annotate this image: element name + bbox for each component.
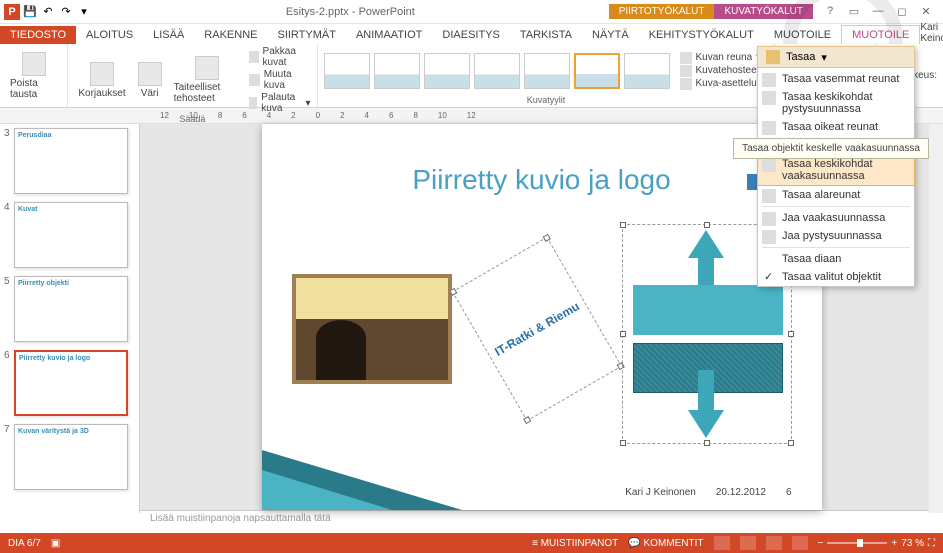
align-right-item[interactable]: Tasaa oikeat reunat bbox=[758, 118, 914, 136]
tab-insert[interactable]: LISÄÄ bbox=[143, 26, 194, 44]
color-button[interactable]: Väri bbox=[134, 60, 166, 101]
align-icon bbox=[766, 50, 780, 64]
arrow-up-shape[interactable] bbox=[688, 230, 724, 258]
style-thumb[interactable] bbox=[324, 53, 370, 89]
picture-styles-gallery[interactable] bbox=[324, 53, 670, 89]
slide-thumbnails-panel[interactable]: 3Perusdiaa 4Kuvat 5Piirretty objekti 6Pi… bbox=[0, 124, 140, 513]
slide-canvas[interactable]: Piirretty kuvio ja logo IT-Ratki IT-Ratk… bbox=[262, 124, 822, 510]
style-thumb[interactable] bbox=[474, 53, 520, 89]
slide-thumb-6[interactable]: 6Piirretty kuvio ja logo bbox=[4, 350, 135, 416]
tab-design[interactable]: RAKENNE bbox=[194, 26, 267, 44]
tab-slideshow[interactable]: DIAESITYS bbox=[432, 26, 509, 44]
distribute-h-icon bbox=[762, 212, 776, 226]
redo-icon[interactable]: ↷ bbox=[58, 4, 74, 20]
notes-pane[interactable]: Lisää muistiinpanoja napsauttamalla tätä bbox=[140, 510, 943, 526]
qat-icon[interactable]: ▾ bbox=[76, 4, 92, 20]
layout-icon bbox=[680, 78, 692, 90]
style-thumb[interactable] bbox=[374, 53, 420, 89]
align-bottom-item[interactable]: Tasaa alareunat bbox=[758, 186, 914, 204]
reset-picture-button[interactable]: Palauta kuva ▾ bbox=[249, 92, 311, 114]
align-to-slide-item[interactable]: Tasaa diaan bbox=[758, 250, 914, 268]
tab-view[interactable]: NÄYTÄ bbox=[582, 26, 639, 44]
rect-shape-light[interactable] bbox=[633, 285, 783, 335]
slide-title[interactable]: Piirretty kuvio ja logo bbox=[292, 164, 792, 196]
picture-border-button[interactable]: Kuvan reuna ▾ bbox=[680, 52, 769, 64]
sorter-view-icon[interactable] bbox=[740, 536, 756, 550]
arrow-down-shape[interactable] bbox=[688, 410, 724, 438]
group-label-adjust: Säädä bbox=[74, 114, 310, 124]
style-thumb[interactable] bbox=[424, 53, 470, 89]
contextual-tab-drawing[interactable]: PIIRTOTYÖKALUT bbox=[609, 4, 715, 19]
tab-animations[interactable]: ANIMAATIOT bbox=[346, 26, 432, 44]
change-picture-icon bbox=[249, 74, 260, 86]
vertical-scrollbar[interactable] bbox=[929, 124, 943, 513]
slide-footer: Kari J Keinonen 20.12.2012 6 bbox=[262, 487, 822, 498]
picture-effects-button[interactable]: Kuvatehosteet ▾ bbox=[680, 65, 769, 77]
align-dropdown-header[interactable]: Tasaa ▾ bbox=[757, 46, 915, 68]
rotated-text: IT-Ratki & Riemu bbox=[492, 299, 582, 359]
footer-page: 6 bbox=[786, 487, 792, 498]
undo-icon[interactable]: ↶ bbox=[40, 4, 56, 20]
zoom-slider[interactable]: −+ 73 % ⛶ bbox=[818, 538, 935, 549]
align-selected-item[interactable]: Tasaa valitut objektit bbox=[758, 268, 914, 286]
status-bar: DIA 6/7 ▣ ≡ MUISTIINPANOT 💬 KOMMENTIT −+… bbox=[0, 533, 943, 553]
align-dropdown: Tasaa ▾ Tasaa vasemmat reunat Tasaa kesk… bbox=[757, 46, 915, 287]
compress-pictures-button[interactable]: Pakkaa kuvat bbox=[249, 46, 311, 68]
align-left-item[interactable]: Tasaa vasemmat reunat bbox=[758, 70, 914, 88]
tab-transitions[interactable]: SIIRTYMÄT bbox=[267, 26, 345, 44]
comments-toggle-button[interactable]: 💬 KOMMENTIT bbox=[628, 538, 703, 549]
border-icon bbox=[680, 52, 692, 64]
align-tooltip: Tasaa objektit keskelle vaakasuunnassa bbox=[733, 138, 929, 159]
tab-file[interactable]: TIEDOSTO bbox=[0, 26, 76, 44]
corrections-button[interactable]: Korjaukset bbox=[74, 60, 129, 101]
distribute-v-item[interactable]: Jaa pystysuunnassa bbox=[758, 227, 914, 245]
slide-picture[interactable] bbox=[292, 274, 452, 384]
slide-counter[interactable]: DIA 6/7 bbox=[8, 538, 41, 549]
align-center-v-icon bbox=[762, 91, 776, 105]
rotated-textbox-selected[interactable]: IT-Ratki & Riemu bbox=[451, 237, 621, 422]
align-left-icon bbox=[762, 73, 776, 87]
effects-icon bbox=[680, 65, 692, 77]
picture-layout-button[interactable]: Kuva-asettelu ▾ bbox=[680, 78, 769, 90]
footer-author: Kari J Keinonen bbox=[625, 487, 696, 498]
distribute-h-item[interactable]: Jaa vaakasuunnassa bbox=[758, 209, 914, 227]
spell-check-icon[interactable]: ▣ bbox=[51, 538, 60, 549]
footer-date: 20.12.2012 bbox=[716, 487, 766, 498]
slide-thumb-5[interactable]: 5Piirretty objekti bbox=[4, 276, 135, 342]
style-thumb-selected[interactable] bbox=[574, 53, 620, 89]
artistic-effects-button[interactable]: Taiteelliset tehosteet bbox=[170, 54, 245, 106]
tab-home[interactable]: ALOITUS bbox=[76, 26, 143, 44]
reading-view-icon[interactable] bbox=[766, 536, 782, 550]
zoom-value[interactable]: 73 % bbox=[901, 538, 924, 549]
slide-thumb-3[interactable]: 3Perusdiaa bbox=[4, 128, 135, 194]
reset-icon bbox=[249, 97, 257, 109]
tab-developer[interactable]: KEHITYSTYÖKALUT bbox=[639, 26, 764, 44]
group-label-styles: Kuvatyylit bbox=[324, 95, 769, 105]
slideshow-view-icon[interactable] bbox=[792, 536, 808, 550]
document-title: Esitys-2.pptx - PowerPoint bbox=[92, 6, 609, 18]
align-bottom-icon bbox=[762, 189, 776, 203]
align-right-icon bbox=[762, 121, 776, 135]
style-thumb[interactable] bbox=[624, 53, 670, 89]
save-icon[interactable]: 💾 bbox=[22, 4, 38, 20]
align-center-h-icon bbox=[762, 158, 776, 172]
distribute-v-icon bbox=[762, 230, 776, 244]
fit-to-window-icon[interactable]: ⛶ bbox=[928, 538, 935, 549]
remove-background-button[interactable]: Poista tausta bbox=[6, 50, 61, 102]
compress-icon bbox=[249, 51, 259, 63]
style-thumb[interactable] bbox=[524, 53, 570, 89]
change-picture-button[interactable]: Muuta kuva bbox=[249, 69, 311, 91]
slide-thumb-7[interactable]: 7Kuvan väritystä ja 3D bbox=[4, 424, 135, 490]
align-center-v-item[interactable]: Tasaa keskikohdat pystysuunnassa bbox=[758, 88, 914, 118]
slide-thumb-4[interactable]: 4Kuvat bbox=[4, 202, 135, 268]
normal-view-icon[interactable] bbox=[714, 536, 730, 550]
notes-toggle-button[interactable]: ≡ MUISTIINPANOT bbox=[532, 538, 618, 549]
app-icon: P bbox=[4, 4, 20, 20]
tab-review[interactable]: TARKISTA bbox=[510, 26, 582, 44]
